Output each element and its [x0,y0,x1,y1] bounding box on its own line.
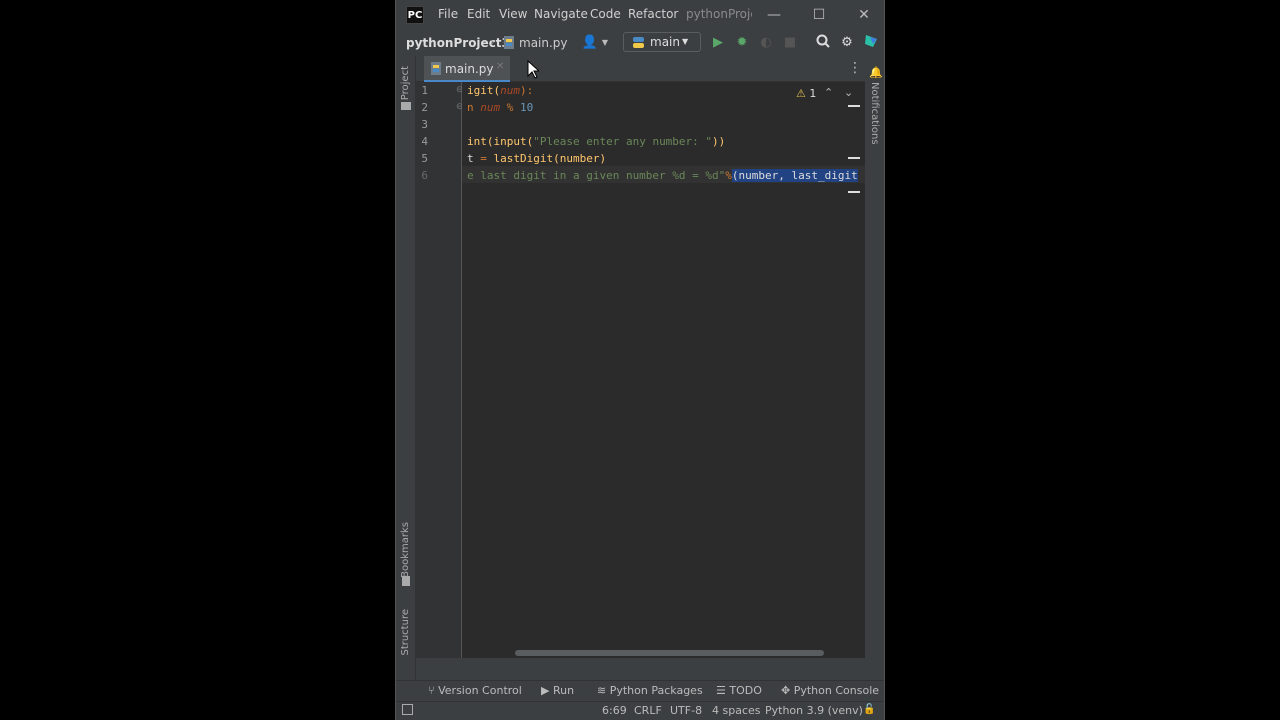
title-bar: PC File Edit View Navigate Code Refactor… [396,0,884,30]
line-separator[interactable]: CRLF [634,704,662,717]
error-stripe-mark[interactable] [848,191,860,193]
code-line-1: igit(num): [467,84,534,97]
error-stripe-mark[interactable] [848,157,860,159]
indent-setting[interactable]: 4 spaces [712,704,761,717]
line-number: 4 [421,135,428,148]
caret-position[interactable]: 6:69 [602,704,627,717]
mouse-cursor-icon [527,60,539,79]
menu-refactor[interactable]: Refactor [628,7,678,21]
minimize-icon[interactable]: — [763,4,785,26]
python-console-tab[interactable]: ✥ Python Console [781,684,879,697]
code-editor[interactable]: igit(num): n num % 10 int(input("Please … [462,82,865,658]
next-highlight-icon[interactable]: ⌄ [844,86,853,99]
chevron-down-icon[interactable]: ▼ [596,34,614,52]
code-line-4: int(input("Please enter any number: ")) [467,135,726,148]
file-encoding[interactable]: UTF-8 [670,704,702,717]
list-icon: ☰ [716,684,726,697]
line-number: 2 [421,101,428,114]
menu-navigate[interactable]: Navigate [534,7,588,21]
right-tool-stripe: 🔔 Notifications [865,56,884,680]
run-config-selector[interactable]: main ▼ [623,32,701,52]
menu-view[interactable]: View [499,7,527,21]
line-number-gutter: 1 2 3 4 5 6 ⊖ ⊖ [416,82,464,658]
python-icon [633,37,644,48]
menu-code[interactable]: Code [590,7,621,21]
notifications-bell-icon[interactable]: 🔔 [869,66,883,79]
line-number: 3 [421,118,428,131]
lock-icon[interactable]: 🔓 [863,704,875,715]
dropdown-arrow-icon: ▼ [682,37,689,46]
settings-gear-icon[interactable]: ⚙ [838,34,856,52]
pycharm-window: PC File Edit View Navigate Code Refactor… [395,0,885,720]
line-number: 6 [421,169,428,182]
editor-tab-bar: main.py ✕ ⋮ [416,56,865,82]
menu-edit[interactable]: Edit [467,7,490,21]
coverage-icon[interactable]: ◐ [757,34,775,52]
stop-icon[interactable]: ■ [781,34,799,52]
warning-icon: ⚠ [796,87,806,100]
bookmarks-tool-tab[interactable]: Bookmarks [400,522,411,578]
run-config-name: main [650,35,680,49]
search-icon[interactable] [814,34,832,52]
python-interpreter[interactable]: Python 3.9 (venv) [765,704,863,717]
close-icon[interactable]: ✕ [853,4,875,26]
tab-label: main.py [445,62,494,76]
python-packages-tab[interactable]: ≋ Python Packages [597,684,703,697]
code-line-5: t = lastDigit(number) [467,152,607,165]
code-line-2: n num % 10 [467,101,534,114]
notifications-tool-tab[interactable]: Notifications [869,82,880,145]
bookmark-icon [402,576,410,586]
horizontal-scrollbar[interactable] [515,650,824,656]
breadcrumb-separator-icon: › [490,35,495,49]
layers-icon: ≋ [597,684,607,697]
more-options-icon[interactable]: ⋮ [848,60,862,76]
menu-file[interactable]: File [438,7,458,21]
pycharm-logo: PC [406,6,424,24]
branch-icon: ⑂ [428,684,435,697]
warning-count: 1 [809,87,817,100]
structure-tool-tab[interactable]: Structure [400,609,411,656]
tab-close-icon[interactable]: ✕ [496,61,504,72]
tab-main-py[interactable]: main.py ✕ [424,56,510,82]
previous-highlight-icon[interactable]: ⌃ [824,86,833,99]
error-stripe-mark[interactable] [848,105,860,107]
python-file-icon [503,36,515,49]
toggle-tool-windows-icon[interactable] [402,704,413,715]
run-icon: ▶ [541,684,550,697]
jetbrains-toolbox-icon[interactable] [862,34,880,52]
code-line-6: e last digit in a given number %d = %d"%… [467,169,858,182]
version-control-tab[interactable]: ⑂ Version Control [428,684,522,697]
console-icon: ✥ [781,684,791,697]
project-tool-tab[interactable]: Project [400,66,411,100]
left-tool-stripe: Project Bookmarks Structure [396,56,416,680]
window-title: pythonProjec [686,7,752,21]
run-tab[interactable]: ▶ Run [541,684,574,697]
breadcrumb-file[interactable]: main.py [519,36,568,50]
maximize-icon[interactable]: ☐ [808,4,830,26]
warning-indicator[interactable]: ⚠ 1 [796,87,816,100]
line-number: 5 [421,152,428,165]
python-file-icon [431,62,441,75]
todo-tab[interactable]: ☰ TODO [716,684,762,697]
debug-icon[interactable]: ✹ [733,34,751,52]
run-icon[interactable]: ▶ [709,34,727,52]
line-number: 1 [421,84,428,97]
folder-icon [401,102,411,110]
